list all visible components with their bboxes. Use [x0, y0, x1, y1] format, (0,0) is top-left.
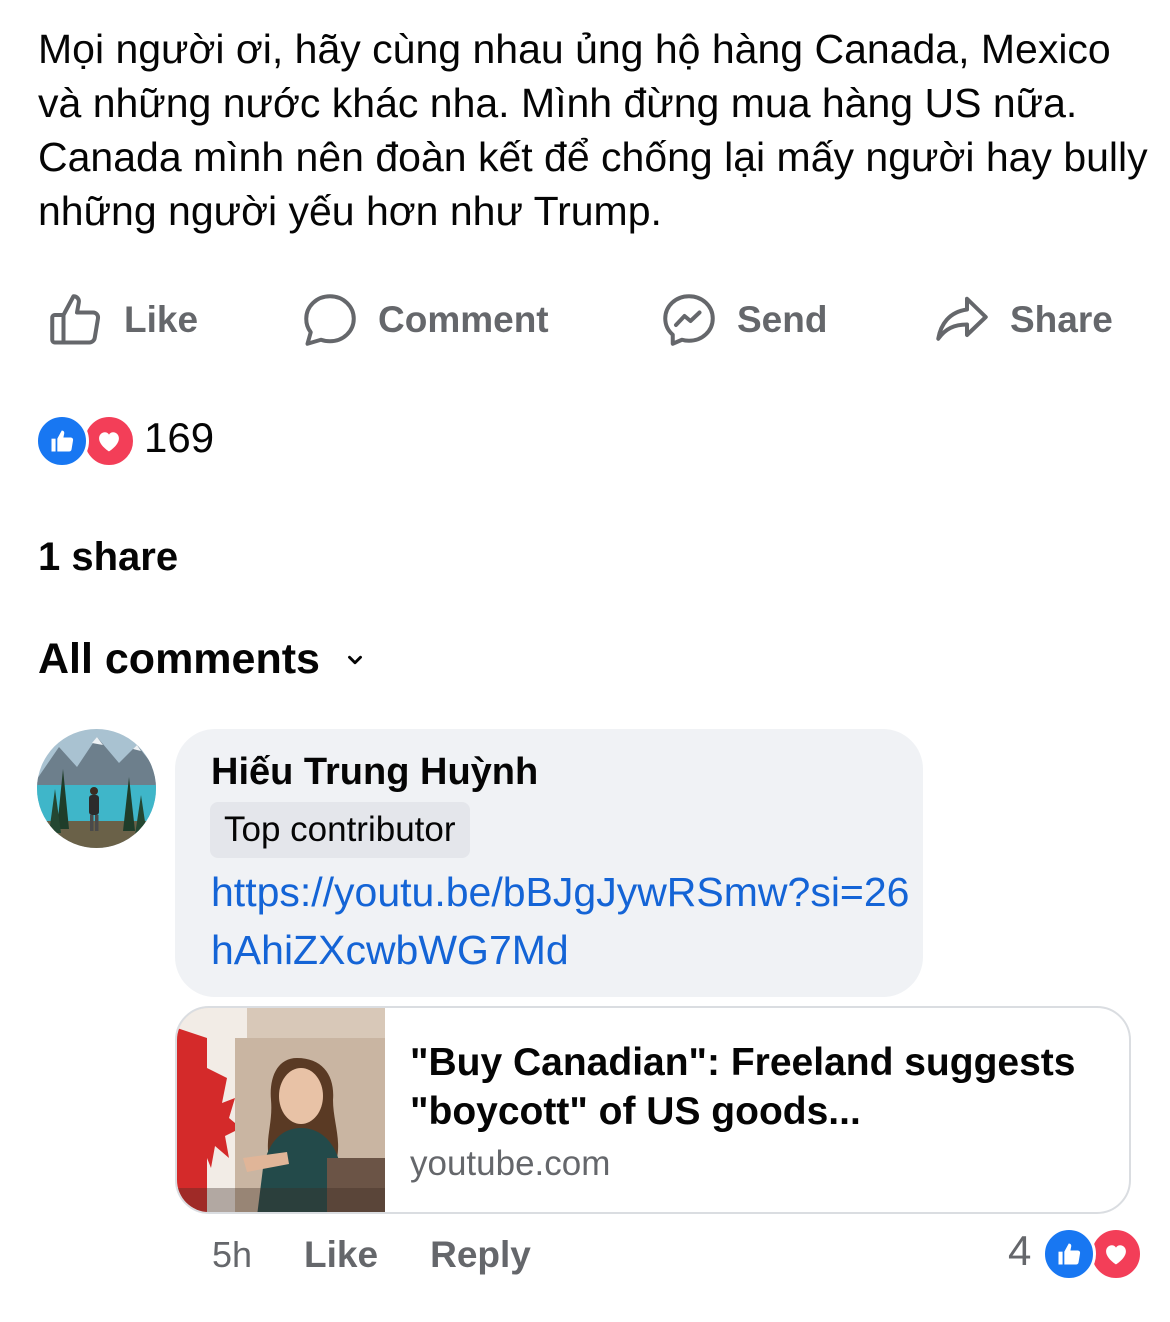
like-button[interactable]: Like: [46, 285, 198, 355]
comment-reaction-icons: [1042, 1225, 1144, 1281]
post-text: Mọi người ơi, hãy cùng nhau ủng hộ hàng …: [38, 26, 1148, 234]
comment-bubble-icon: [300, 290, 360, 350]
preview-domain: youtube.com: [410, 1144, 611, 1183]
reaction-count: 169: [144, 414, 215, 461]
share-button[interactable]: Share: [932, 285, 1113, 355]
share-count[interactable]: 1 share: [38, 535, 178, 580]
post-action-bar: Like Comment Send Share: [0, 285, 1170, 355]
thumbs-up-icon: [46, 290, 106, 350]
share-arrow-icon: [932, 290, 992, 350]
reaction-icons: [35, 412, 136, 468]
top-contributor-badge: Top contributor: [210, 802, 470, 858]
chevron-down-icon: [344, 649, 366, 671]
post-reactions-summary[interactable]: 169: [35, 410, 215, 468]
comment-link[interactable]: https://youtu.be/bBJgJywRSmw?si=26hAhiZX…: [211, 863, 911, 979]
comment-bubble: Hiếu Trung Huỳnh Top contributor https:/…: [175, 729, 923, 997]
love-reaction-icon: [1089, 1227, 1144, 1281]
send-button[interactable]: Send: [659, 285, 827, 355]
preview-title: "Buy Canadian": Freeland suggests "boyco…: [410, 1041, 1076, 1133]
send-label: Send: [737, 299, 828, 340]
commenter-avatar[interactable]: [37, 729, 156, 848]
comments-sort-label: All comments: [38, 635, 320, 683]
like-label: Like: [124, 299, 199, 340]
comment-reactions-summary[interactable]: 4: [1008, 1224, 1144, 1281]
preview-thumbnail: [177, 1008, 385, 1212]
share-label: Share: [1010, 299, 1113, 340]
comment-reply-button[interactable]: Reply: [430, 1234, 531, 1276]
link-preview-card[interactable]: "Buy Canadian": Freeland suggests "boyco…: [175, 1006, 1131, 1214]
like-reaction-icon: [35, 414, 89, 468]
comment-author-name[interactable]: Hiếu Trung Huỳnh: [211, 751, 538, 794]
comment-label: Comment: [378, 299, 549, 340]
messenger-icon: [659, 290, 719, 350]
like-reaction-icon: [1042, 1227, 1097, 1281]
comments-sort-dropdown[interactable]: All comments: [38, 635, 366, 684]
comment-button[interactable]: Comment: [300, 285, 549, 355]
comment-reaction-count: 4: [1008, 1227, 1032, 1274]
comment-meta-row: 5h Like Reply: [212, 1228, 531, 1282]
comment-timestamp: 5h: [212, 1234, 253, 1275]
comment-like-button[interactable]: Like: [304, 1234, 378, 1276]
love-reaction-icon: [82, 414, 136, 468]
